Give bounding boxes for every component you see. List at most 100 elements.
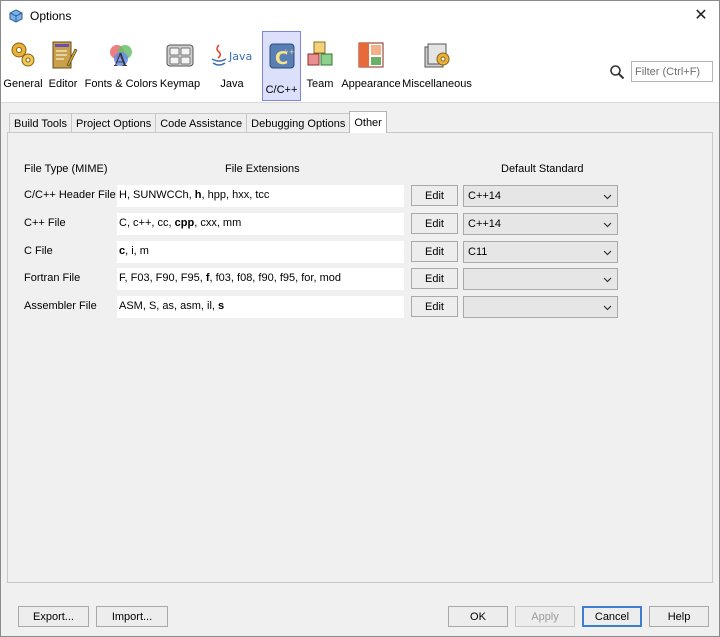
file-type-row: Assembler File ASM, S, as, asm, il, s Ed…	[8, 296, 708, 318]
category-toolbar: General Editor A Fonts & Colors Keymap J…	[1, 31, 719, 103]
extension-bold-segment: cpp	[174, 217, 195, 229]
standard-select[interactable]: C11	[463, 241, 618, 263]
extensions-field[interactable]: F, F03, F90, F95, f, f03, f08, f90, f95,…	[117, 268, 404, 290]
edit-button[interactable]: Edit	[411, 268, 458, 289]
category-team[interactable]: Team	[304, 31, 336, 101]
cpp-icon: C ++	[269, 43, 295, 69]
keyboard-icon	[166, 44, 194, 67]
category-label: Java	[220, 78, 244, 90]
category-keymap[interactable]: Keymap	[159, 31, 201, 101]
column-header-default-standard: Default Standard	[501, 163, 584, 175]
file-type-label: C++ File	[24, 217, 66, 229]
category-label: Team	[306, 78, 334, 90]
category-fonts-colors[interactable]: A Fonts & Colors	[85, 31, 157, 101]
cancel-button[interactable]: Cancel	[582, 606, 642, 627]
extension-bold-segment: h	[194, 189, 202, 201]
appearance-icon	[358, 42, 384, 68]
file-types-panel: File Type (MIME) File Extensions Default…	[7, 132, 713, 583]
svg-text:Java: Java	[228, 50, 252, 63]
chevron-down-icon	[603, 194, 612, 200]
file-type-label: Assembler File	[24, 300, 97, 312]
close-icon: ✕	[694, 7, 708, 24]
team-cubes-icon	[307, 41, 333, 66]
gears-icon	[11, 42, 35, 67]
category-label: General	[3, 78, 43, 90]
standard-select[interactable]: C++14	[463, 185, 618, 207]
category-editor[interactable]: Editor	[46, 31, 80, 101]
window-title: Options	[30, 9, 72, 23]
standard-select[interactable]: C++14	[463, 213, 618, 235]
file-type-row: Fortran File F, F03, F90, F95, f, f03, f…	[8, 268, 708, 290]
chevron-down-icon	[603, 250, 612, 256]
extensions-field[interactable]: c, i, m	[117, 241, 404, 263]
editor-icon	[52, 41, 78, 69]
extension-segment: F, F03, F90, F95,	[119, 272, 206, 284]
category-label: Keymap	[159, 78, 201, 90]
category-label: Fonts & Colors	[84, 78, 158, 90]
edit-button[interactable]: Edit	[411, 185, 458, 206]
column-header-file-type: File Type (MIME)	[24, 163, 108, 175]
netbeans-cube-icon	[9, 9, 23, 23]
svg-text:A: A	[113, 50, 128, 71]
category-general[interactable]: General	[3, 31, 43, 101]
file-type-row: C File c, i, m Edit C11	[8, 241, 708, 263]
title-bar: Options ✕	[1, 1, 719, 31]
misc-icon	[424, 43, 450, 68]
tab-build-tools[interactable]: Build Tools	[9, 113, 72, 133]
extension-segment: , i, m	[125, 245, 149, 257]
tab-project-options[interactable]: Project Options	[71, 113, 157, 133]
svg-text:++: ++	[283, 48, 295, 56]
edit-button[interactable]: Edit	[411, 241, 458, 262]
fonts-colors-icon: A	[110, 45, 132, 71]
extension-segment: , hpp, hxx, tcc	[201, 189, 270, 201]
edit-button[interactable]: Edit	[411, 213, 458, 234]
category-java[interactable]: Java Java	[205, 31, 259, 101]
chevron-down-icon	[603, 305, 612, 311]
extensions-field[interactable]: H, SUNWCCh, h, hpp, hxx, tcc	[117, 185, 404, 207]
standard-select-value: C++14	[468, 190, 502, 202]
category-label: C/C++	[265, 84, 298, 96]
standard-select[interactable]	[463, 296, 618, 318]
export-button[interactable]: Export...	[18, 606, 89, 627]
extension-bold-segment: s	[218, 300, 225, 312]
chevron-down-icon	[603, 277, 612, 283]
tab-code-assistance[interactable]: Code Assistance	[155, 113, 248, 133]
extension-segment: , cxx, mm	[194, 217, 242, 229]
ok-button[interactable]: OK	[448, 606, 508, 627]
category-label: Miscellaneous	[402, 78, 472, 90]
close-button[interactable]: ✕	[689, 4, 713, 26]
extensions-field[interactable]: ASM, S, as, asm, il, s	[117, 296, 404, 318]
tab-debugging-options[interactable]: Debugging Options	[246, 113, 351, 133]
extension-segment: H, SUNWCCh,	[119, 189, 195, 201]
category-cpp[interactable]: C ++ C/C++	[262, 31, 301, 101]
options-dialog: Options ✕ General Editor A Fonts & Color…	[0, 0, 720, 637]
apply-button[interactable]: Apply	[515, 606, 575, 627]
file-type-label: C/C++ Header File	[24, 189, 116, 201]
extension-segment: , f03, f08, f90, f95, for, mod	[209, 272, 341, 284]
search-icon	[610, 64, 625, 79]
extensions-field[interactable]: C, c++, cc, cpp, cxx, mm	[117, 213, 404, 235]
tab-strip: Build Tools Project Options Code Assista…	[9, 111, 387, 133]
category-label: Appearance	[341, 78, 401, 90]
help-button[interactable]: Help	[649, 606, 709, 627]
file-type-row: C++ File C, c++, cc, cpp, cxx, mm Edit C…	[8, 213, 708, 235]
extension-segment: C, c++, cc,	[119, 217, 175, 229]
file-type-label: C File	[24, 245, 53, 257]
category-appearance[interactable]: Appearance	[340, 31, 402, 101]
java-icon: Java	[211, 44, 252, 66]
edit-button[interactable]: Edit	[411, 296, 458, 317]
import-button[interactable]: Import...	[96, 606, 168, 627]
standard-select-value: C++14	[468, 218, 502, 230]
extension-segment: ASM, S, as, asm, il,	[119, 300, 219, 312]
standard-select-value: C11	[468, 246, 488, 258]
standard-select[interactable]	[463, 268, 618, 290]
category-label: Editor	[48, 78, 78, 90]
file-type-label: Fortran File	[24, 272, 81, 284]
column-header-file-extensions: File Extensions	[225, 163, 300, 175]
file-type-row: C/C++ Header File H, SUNWCCh, h, hpp, hx…	[8, 185, 708, 207]
category-miscellaneous[interactable]: Miscellaneous	[402, 31, 472, 101]
search-input[interactable]	[631, 61, 713, 82]
tab-other[interactable]: Other	[349, 111, 387, 133]
search-box	[609, 61, 713, 82]
chevron-down-icon	[603, 222, 612, 228]
